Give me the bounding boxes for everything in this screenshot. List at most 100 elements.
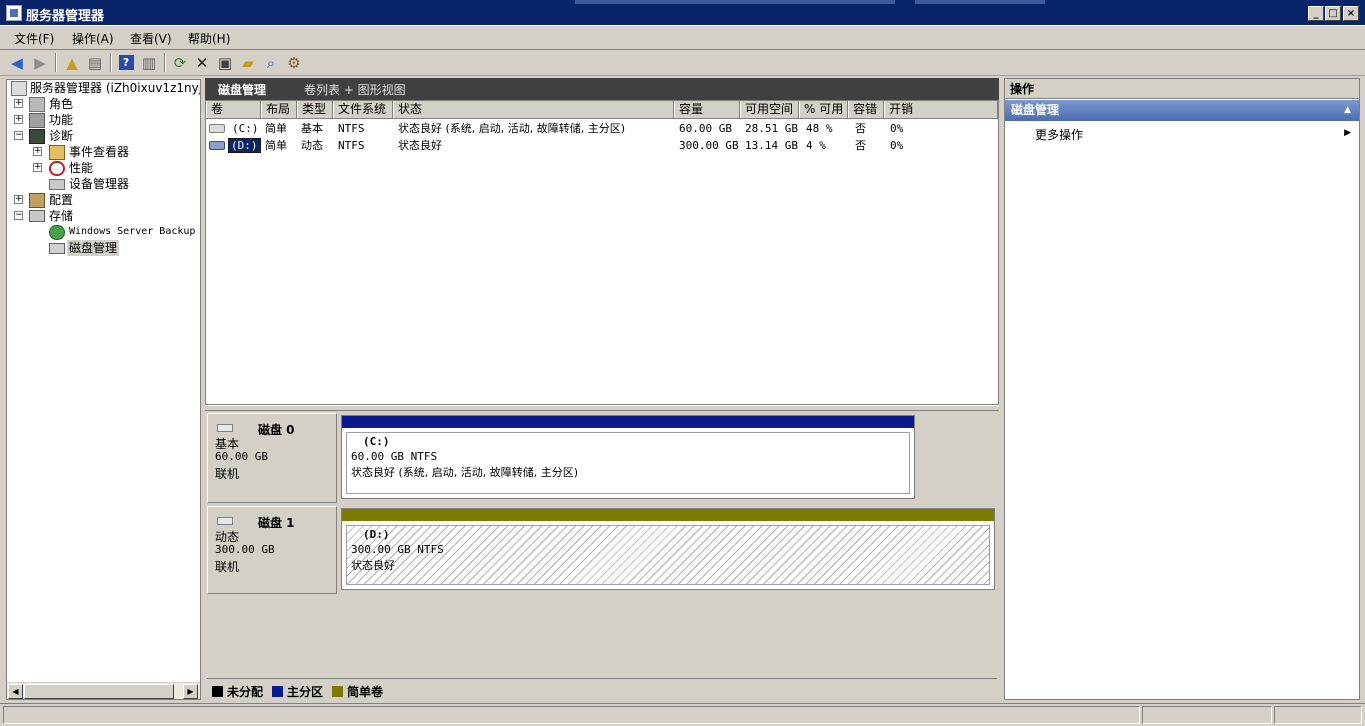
disk-state: 联机	[215, 467, 240, 481]
cell-filesystem: NTFS	[338, 122, 365, 135]
close-button[interactable]: ×	[1343, 6, 1359, 21]
show-hide-tree-icon[interactable]: ▤	[84, 52, 106, 73]
menu-file[interactable]: 文件(F)	[14, 30, 54, 47]
col-overhead[interactable]: 开销	[884, 101, 998, 118]
backup-icon	[49, 225, 65, 240]
partition-c[interactable]: (C:) 60.00 GB NTFS 状态良好 (系统, 启动, 活动, 故障转…	[341, 415, 915, 499]
partition-size: 300.00 GB NTFS	[351, 543, 444, 556]
partition-status: 状态良好 (系统, 启动, 活动, 故障转储, 主分区)	[351, 466, 579, 479]
tree-label-performance: 性能	[69, 161, 94, 175]
actions-section-label: 磁盘管理	[1011, 103, 1060, 117]
disk-size: 300.00 GB	[215, 543, 275, 556]
expand-icon[interactable]: +	[33, 163, 42, 172]
partition-d[interactable]: (D:) 300.00 GB NTFS 状态良好	[341, 508, 995, 590]
submenu-arrow-icon: ▶	[1344, 128, 1351, 138]
partition-body: (D:) 300.00 GB NTFS 状态良好	[346, 525, 990, 585]
disk-row: 磁盘 1 动态 300.00 GB 联机 (D:) 300.00 GB NTFS…	[207, 506, 997, 594]
col-volume[interactable]: 卷	[206, 101, 261, 118]
partition-body: (C:) 60.00 GB NTFS 状态良好 (系统, 启动, 活动, 故障转…	[346, 432, 910, 494]
table-row[interactable]: (D:) 简单 动态 NTFS 状态良好 300.00 GB 13.14 GB …	[206, 137, 998, 154]
legend: 未分配 主分区 简单卷	[207, 678, 997, 700]
performance-icon	[49, 161, 65, 176]
col-fault-tolerance[interactable]: 容错	[848, 101, 884, 118]
cell-type: 基本	[301, 122, 323, 135]
collapse-caret-icon[interactable]: ▲	[1344, 100, 1351, 121]
cell-volume: (D:)	[228, 138, 261, 153]
center-title: 磁盘管理	[218, 83, 267, 97]
col-type[interactable]: 类型	[297, 101, 333, 118]
col-status[interactable]: 状态	[393, 101, 674, 118]
disk-info[interactable]: 磁盘 1 动态 300.00 GB 联机	[207, 506, 337, 594]
help-icon[interactable]: ?	[115, 52, 137, 73]
status-panel-3	[1274, 706, 1362, 724]
device-manager-icon	[49, 179, 65, 190]
col-free-space[interactable]: 可用空间	[740, 101, 799, 118]
maximize-button[interactable]: □	[1325, 6, 1341, 21]
forward-icon[interactable]: ▶	[29, 52, 51, 73]
up-folder-icon[interactable]: ▲	[61, 52, 83, 73]
back-icon[interactable]: ◀	[6, 52, 28, 73]
unallocated-swatch	[212, 686, 223, 697]
expand-icon[interactable]: +	[14, 99, 23, 108]
legend-simple: 简单卷	[332, 683, 383, 700]
menu-view[interactable]: 查看(V)	[130, 30, 172, 47]
cell-volume: (C:)	[232, 122, 259, 135]
settings-icon[interactable]: ⚙	[283, 52, 305, 73]
col-pct-free[interactable]: % 可用	[799, 101, 848, 118]
partition-status: 状态良好	[351, 559, 395, 572]
tree-label-features: 功能	[49, 113, 74, 127]
properties-icon[interactable]: ▣	[214, 52, 236, 73]
storage-icon	[29, 210, 45, 222]
status-bar	[0, 703, 1365, 726]
disk-size: 60.00 GB	[215, 450, 268, 463]
partition-name: (D:)	[363, 528, 390, 541]
tree-horizontal-scrollbar[interactable]: ◀ ▶	[7, 682, 200, 699]
search-icon[interactable]: ⌕	[260, 52, 282, 73]
graphical-view: 磁盘 0 基本 60.00 GB 联机 (C:) 60.00 GB NTFS 状…	[205, 411, 999, 700]
dynamic-volume-icon	[209, 141, 225, 150]
disk-name: 磁盘 0	[258, 423, 295, 437]
expand-icon[interactable]: +	[14, 115, 23, 124]
roles-icon	[29, 97, 45, 112]
expand-icon[interactable]: +	[33, 147, 42, 156]
navigation-tree: 服务器管理器 (iZh0ixuv1z1nyj + 角色 + 功能 − 诊断 + …	[6, 79, 201, 700]
open-folder-icon[interactable]: ▰	[237, 52, 259, 73]
collapse-icon[interactable]: −	[14, 211, 23, 220]
scroll-left-arrow-icon[interactable]: ◀	[8, 684, 23, 699]
status-panel-main	[3, 706, 1140, 724]
server-icon	[11, 81, 27, 96]
disk-info[interactable]: 磁盘 0 基本 60.00 GB 联机	[207, 413, 337, 503]
volume-list: 卷 布局 类型 文件系统 状态 容量 可用空间 % 可用 容错 开销 (C:) …	[205, 100, 999, 405]
event-viewer-icon	[49, 145, 65, 160]
cell-layout: 简单	[265, 139, 287, 152]
col-filesystem[interactable]: 文件系统	[333, 101, 393, 118]
cell-capacity: 300.00 GB	[679, 139, 739, 152]
table-row[interactable]: (C:) 简单 基本 NTFS 状态良好 (系统, 启动, 活动, 故障转储, …	[206, 120, 998, 137]
show-hide-action-icon[interactable]: ▥	[138, 52, 160, 73]
menu-action[interactable]: 操作(A)	[72, 30, 114, 47]
col-layout[interactable]: 布局	[261, 101, 297, 118]
minimize-button[interactable]: _	[1308, 6, 1324, 21]
center-header: 磁盘管理 卷列表 + 图形视图	[205, 78, 999, 100]
primary-swatch	[272, 686, 283, 697]
more-actions-item[interactable]: 更多操作	[1035, 126, 1083, 143]
scroll-right-arrow-icon[interactable]: ▶	[183, 684, 198, 699]
cell-status: 状态良好	[398, 139, 442, 152]
partition-area: (D:) 300.00 GB NTFS 状态良好	[339, 506, 997, 594]
refresh-icon[interactable]: ⟳	[169, 52, 191, 73]
delete-icon[interactable]: ✕	[191, 52, 213, 73]
disk-row: 磁盘 0 基本 60.00 GB 联机 (C:) 60.00 GB NTFS 状…	[207, 413, 997, 503]
tree-label-roles: 角色	[49, 97, 74, 111]
simple-volume-bar	[342, 509, 994, 521]
disk-icon	[217, 517, 233, 525]
cell-free-space: 28.51 GB	[745, 122, 798, 135]
cell-overhead: 0%	[890, 139, 904, 152]
tree-label-disk-management: 磁盘管理	[67, 240, 120, 256]
menu-help[interactable]: 帮助(H)	[188, 30, 230, 47]
collapse-icon[interactable]: −	[14, 131, 23, 140]
col-capacity[interactable]: 容量	[674, 101, 740, 118]
scroll-thumb[interactable]	[24, 684, 174, 699]
actions-section-disk-management[interactable]: 磁盘管理 ▲	[1005, 100, 1359, 121]
features-icon	[29, 113, 45, 128]
expand-icon[interactable]: +	[14, 195, 23, 204]
